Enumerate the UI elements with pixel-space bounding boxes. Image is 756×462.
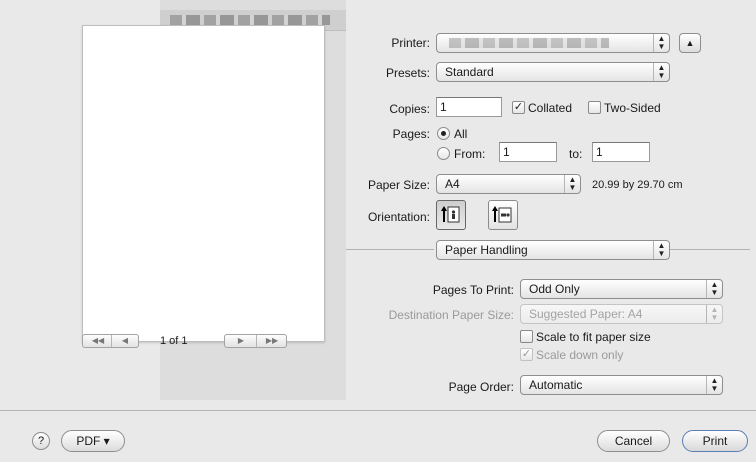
scale-to-fit-checkbox[interactable]: [520, 330, 533, 343]
landscape-icon: [492, 206, 512, 223]
popup-arrows-icon: ▲ ▼: [706, 376, 722, 394]
last-page-icon[interactable]: ▶▶: [261, 335, 283, 347]
first-page-icon[interactable]: ◀◀: [87, 335, 109, 347]
two-sided-checkbox[interactable]: [588, 101, 601, 114]
printer-name-redacted: [449, 38, 609, 48]
pages-from-label: From:: [454, 147, 486, 161]
collated-checkbox[interactable]: ✓: [512, 101, 525, 114]
section-divider-left: [346, 249, 434, 250]
pages-to-field[interactable]: 1: [592, 142, 650, 162]
next-page-icon[interactable]: ▶: [231, 335, 251, 347]
scale-to-fit-label: Scale to fit paper size: [536, 330, 651, 344]
pages-all-label: All: [454, 127, 468, 141]
preview-nav-back[interactable]: ◀◀ ◀: [82, 334, 139, 348]
popup-arrows-icon: ▲ ▼: [653, 34, 669, 52]
section-popup[interactable]: Paper Handling ▲ ▼: [436, 240, 670, 260]
landscape-orientation-button[interactable]: [488, 200, 518, 230]
two-sided-label: Two-Sided: [604, 101, 661, 115]
pages-to-label: to:: [569, 147, 583, 161]
pages-all-radio[interactable]: [437, 127, 450, 140]
paper-size-popup[interactable]: A4 ▲ ▼: [436, 174, 581, 194]
scale-down-label: Scale down only: [536, 348, 624, 362]
section-divider-right: [670, 249, 750, 250]
pages-to-print-label: Pages To Print:: [432, 283, 514, 297]
popup-arrows-icon: ▲ ▼: [706, 305, 722, 323]
pages-from-radio[interactable]: [437, 147, 450, 160]
portrait-orientation-button[interactable]: [436, 200, 466, 230]
page-order-label: Page Order:: [448, 380, 514, 394]
pages-to-print-popup[interactable]: Odd Only ▲ ▼: [520, 279, 723, 299]
popup-arrows-icon: ▲ ▼: [653, 63, 669, 81]
printer-label: Printer:: [391, 36, 430, 50]
paper-size-label: Paper Size:: [367, 178, 430, 192]
previous-page-icon[interactable]: ◀: [115, 335, 135, 347]
destination-paper-size-label: Destination Paper Size:: [388, 308, 514, 322]
page-order-popup[interactable]: Automatic ▲ ▼: [520, 375, 723, 395]
copies-field[interactable]: 1: [436, 97, 502, 117]
copies-label: Copies:: [389, 102, 430, 116]
portrait-icon: [441, 206, 460, 223]
pages-from-field[interactable]: 1: [499, 142, 557, 162]
cancel-button[interactable]: Cancel: [597, 430, 670, 452]
scale-down-checkbox[interactable]: ✓: [520, 348, 533, 361]
preview-nav-forward[interactable]: ▶ ▶▶: [224, 334, 287, 348]
page-indicator: 1 of 1: [160, 335, 188, 347]
disclosure-triangle-icon[interactable]: ▲: [679, 33, 701, 53]
help-icon[interactable]: ?: [32, 432, 50, 450]
pdf-button[interactable]: PDF ▾: [61, 430, 125, 452]
destination-paper-size-popup[interactable]: Suggested Paper: A4 ▲ ▼: [520, 304, 723, 324]
collated-label: Collated: [528, 101, 573, 115]
pages-label: Pages:: [392, 127, 430, 141]
presets-popup[interactable]: Standard ▲ ▼: [436, 62, 670, 82]
presets-label: Presets:: [385, 66, 430, 80]
popup-arrows-icon: ▲ ▼: [706, 280, 722, 298]
paper-dimensions: 20.99 by 29.70 cm: [592, 179, 683, 191]
printer-popup[interactable]: ▲ ▼: [436, 33, 670, 53]
backdrop-toolbar-text: [170, 15, 330, 25]
popup-arrows-icon: ▲ ▼: [564, 175, 580, 193]
print-button[interactable]: Print: [682, 430, 748, 452]
popup-arrows-icon: ▲ ▼: [653, 241, 669, 259]
page-preview: [82, 25, 325, 342]
footer-divider: [0, 410, 756, 411]
orientation-label: Orientation:: [367, 210, 430, 224]
